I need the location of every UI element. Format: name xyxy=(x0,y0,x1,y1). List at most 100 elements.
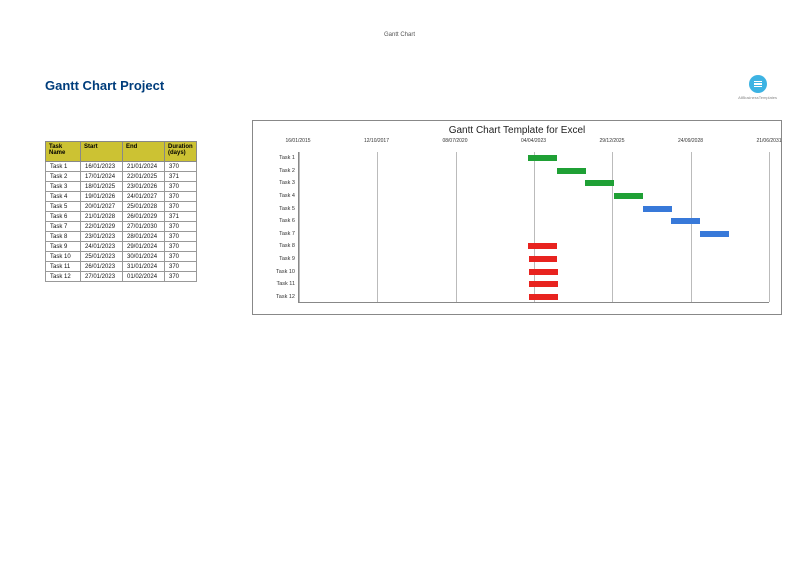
x-axis-labels: 16/01/201512/10/201708/07/202004/04/2023… xyxy=(298,138,769,150)
gantt-bar xyxy=(529,294,558,300)
header-start: Start xyxy=(81,142,123,162)
gridline xyxy=(534,152,535,302)
table-row: Task 116/01/202321/01/2024370 xyxy=(46,162,197,172)
cell-duration: 370 xyxy=(165,232,197,242)
cell-start: 23/01/2023 xyxy=(81,232,123,242)
table-row: Task 419/01/202624/01/2027370 xyxy=(46,192,197,202)
cell-end: 25/01/2028 xyxy=(123,202,165,212)
gridline xyxy=(612,152,613,302)
cell-start: 17/01/2024 xyxy=(81,172,123,182)
chart-title: Gantt Chart Template for Excel xyxy=(253,121,781,138)
gridline xyxy=(299,152,300,302)
header-end: End xyxy=(123,142,165,162)
table-row: Task 318/01/202523/01/2026370 xyxy=(46,182,197,192)
project-title: Gantt Chart Project xyxy=(45,78,164,93)
cell-duration: 371 xyxy=(165,172,197,182)
cell-name: Task 1 xyxy=(46,162,81,172)
cell-end: 26/01/2029 xyxy=(123,212,165,222)
cell-end: 28/01/2024 xyxy=(123,232,165,242)
table-header-row: Task Name Start End Duration (days) xyxy=(46,142,197,162)
header-duration: Duration (days) xyxy=(165,142,197,162)
cell-name: Task 11 xyxy=(46,262,81,272)
cell-start: 25/01/2023 xyxy=(81,252,123,262)
y-tick-label: Task 12 xyxy=(267,294,295,300)
y-tick-label: Task 9 xyxy=(267,256,295,262)
table-row: Task 217/01/202422/01/2025371 xyxy=(46,172,197,182)
cell-name: Task 4 xyxy=(46,192,81,202)
y-tick-label: Task 8 xyxy=(267,243,295,249)
cell-duration: 370 xyxy=(165,262,197,272)
y-tick-label: Task 7 xyxy=(267,231,295,237)
cell-duration: 371 xyxy=(165,212,197,222)
cell-start: 16/01/2023 xyxy=(81,162,123,172)
table-row: Task 520/01/202725/01/2028370 xyxy=(46,202,197,212)
cell-duration: 370 xyxy=(165,182,197,192)
cell-name: Task 6 xyxy=(46,212,81,222)
gantt-bar xyxy=(643,206,672,212)
cell-end: 01/02/2024 xyxy=(123,272,165,282)
logo-text: AllBusinessTemplates xyxy=(738,95,777,100)
cell-start: 26/01/2023 xyxy=(81,262,123,272)
cell-duration: 370 xyxy=(165,242,197,252)
header-name: Task Name xyxy=(46,142,81,162)
table-row: Task 1025/01/202330/01/2024370 xyxy=(46,252,197,262)
x-tick-label: 21/06/2031 xyxy=(756,138,781,144)
cell-name: Task 7 xyxy=(46,222,81,232)
cell-duration: 370 xyxy=(165,252,197,262)
y-tick-label: Task 2 xyxy=(267,168,295,174)
cell-end: 30/01/2024 xyxy=(123,252,165,262)
top-label: Gantt Chart xyxy=(384,32,415,38)
cell-end: 29/01/2024 xyxy=(123,242,165,252)
gantt-bar xyxy=(671,218,700,224)
x-tick-label: 04/04/2023 xyxy=(521,138,546,144)
cell-end: 22/01/2025 xyxy=(123,172,165,182)
table-row: Task 823/01/202328/01/2024370 xyxy=(46,232,197,242)
gantt-bar xyxy=(614,193,643,199)
table-row: Task 722/01/202927/01/2030370 xyxy=(46,222,197,232)
cell-duration: 370 xyxy=(165,162,197,172)
cell-duration: 370 xyxy=(165,192,197,202)
cell-start: 20/01/2027 xyxy=(81,202,123,212)
cell-name: Task 2 xyxy=(46,172,81,182)
y-tick-label: Task 10 xyxy=(267,269,295,275)
plot-area: Task 1Task 2Task 3Task 4Task 5Task 6Task… xyxy=(298,152,769,303)
y-tick-label: Task 3 xyxy=(267,180,295,186)
gridline xyxy=(377,152,378,302)
cell-name: Task 12 xyxy=(46,272,81,282)
cell-end: 21/01/2024 xyxy=(123,162,165,172)
cell-duration: 370 xyxy=(165,202,197,212)
table-row: Task 924/01/202329/01/2024370 xyxy=(46,242,197,252)
cell-start: 27/01/2023 xyxy=(81,272,123,282)
table-row: Task 1227/01/202301/02/2024370 xyxy=(46,272,197,282)
cell-duration: 370 xyxy=(165,222,197,232)
gantt-bar xyxy=(528,243,557,249)
x-tick-label: 16/01/2015 xyxy=(285,138,310,144)
cell-duration: 370 xyxy=(165,272,197,282)
cell-name: Task 5 xyxy=(46,202,81,212)
y-tick-label: Task 1 xyxy=(267,155,295,161)
gantt-bar xyxy=(529,256,558,262)
cell-name: Task 10 xyxy=(46,252,81,262)
cell-name: Task 3 xyxy=(46,182,81,192)
cell-name: Task 9 xyxy=(46,242,81,252)
cell-end: 31/01/2024 xyxy=(123,262,165,272)
cell-end: 24/01/2027 xyxy=(123,192,165,202)
gantt-bar xyxy=(529,269,558,275)
cell-start: 19/01/2026 xyxy=(81,192,123,202)
cell-start: 18/01/2025 xyxy=(81,182,123,192)
x-tick-label: 29/12/2025 xyxy=(599,138,624,144)
cell-start: 21/01/2028 xyxy=(81,212,123,222)
gantt-bar xyxy=(700,231,729,237)
gridline xyxy=(769,152,770,302)
y-tick-label: Task 11 xyxy=(267,281,295,287)
gantt-bar xyxy=(557,168,586,174)
y-tick-label: Task 5 xyxy=(267,206,295,212)
table-row: Task 621/01/202826/01/2029371 xyxy=(46,212,197,222)
task-table: Task Name Start End Duration (days) Task… xyxy=(45,141,197,282)
cell-start: 22/01/2029 xyxy=(81,222,123,232)
cell-end: 27/01/2030 xyxy=(123,222,165,232)
logo-icon xyxy=(749,75,767,93)
x-tick-label: 24/09/2028 xyxy=(678,138,703,144)
gridline xyxy=(456,152,457,302)
table-row: Task 1126/01/202331/01/2024370 xyxy=(46,262,197,272)
